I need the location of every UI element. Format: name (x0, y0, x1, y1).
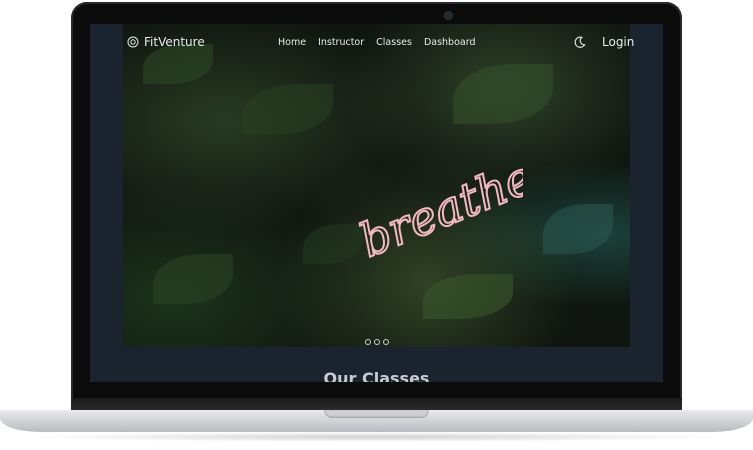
nav-link-instructor[interactable]: Instructor (318, 37, 364, 48)
carousel-dot[interactable] (383, 339, 389, 345)
neon-sign: breathe (351, 149, 523, 259)
foliage-decoration (423, 274, 513, 319)
nav-link-classes[interactable]: Classes (376, 37, 412, 48)
laptop-notch (324, 410, 429, 418)
neon-text: breathe (352, 150, 523, 259)
hero-banner: breathe (123, 24, 630, 347)
nav-link-dashboard[interactable]: Dashboard (424, 37, 476, 48)
nav-link-home[interactable]: Home (278, 37, 306, 48)
brand[interactable]: FitVenture (127, 35, 205, 49)
foliage-decoration (243, 84, 333, 134)
foliage-decoration (543, 204, 613, 254)
navbar: FitVenture Home Instructor Classes Dashb… (123, 24, 634, 62)
camera-icon (445, 12, 452, 19)
carousel-indicators[interactable] (365, 339, 389, 345)
nav-links: Home Instructor Classes Dashboard (278, 37, 476, 48)
screen: breathe FitVenture Home Instructor Class… (90, 24, 663, 382)
section-title: Our Classes (323, 369, 430, 382)
laptop-shadow (20, 432, 733, 442)
foliage-decoration (453, 64, 553, 124)
moon-icon[interactable] (573, 36, 586, 49)
login-button[interactable]: Login (602, 35, 634, 49)
laptop-hinge (71, 398, 682, 410)
carousel-dot[interactable] (365, 339, 371, 345)
brand-name: FitVenture (144, 35, 205, 49)
laptop-mockup: breathe FitVenture Home Instructor Class… (0, 0, 753, 450)
foliage-decoration (153, 254, 233, 304)
carousel-dot[interactable] (374, 339, 380, 345)
logo-icon (127, 36, 139, 48)
